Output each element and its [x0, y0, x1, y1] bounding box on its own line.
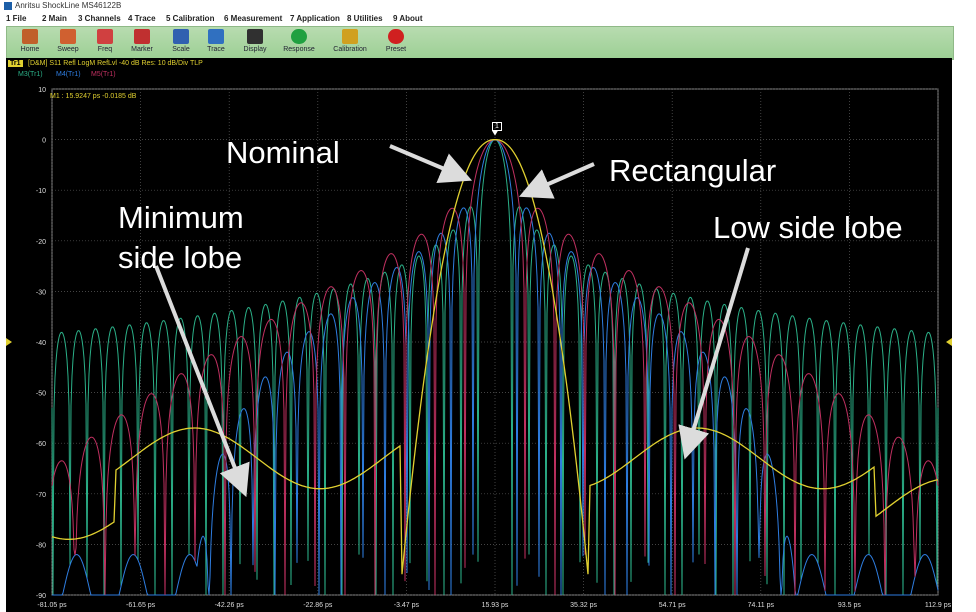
freq-button[interactable]: Freq	[84, 29, 126, 58]
y-tick-label: -20	[36, 239, 46, 246]
marker-1-icon[interactable]	[492, 130, 498, 136]
trace-m5	[51, 139, 939, 596]
x-tick-label: 112.9 ps	[925, 602, 952, 609]
x-tick-label: 93.5 ps	[838, 602, 861, 609]
memory-m5-label: M5(Tr1)	[91, 71, 116, 78]
x-tick-label: -42.26 ps	[215, 602, 245, 609]
menu-trace[interactable]: 4 Trace	[128, 14, 156, 23]
memory-m4-label: M4(Tr1)	[56, 71, 81, 78]
trace-m3	[51, 139, 939, 596]
y-tick-label: 10	[38, 87, 46, 94]
freq-icon	[97, 29, 113, 44]
y-tick-label: -10	[36, 188, 46, 195]
x-tick-label: 54.71 ps	[659, 602, 686, 609]
sweep-button[interactable]: Sweep	[47, 29, 89, 58]
y-tick-label: -30	[36, 289, 46, 296]
preset-icon	[388, 29, 404, 44]
ref-level-left-arrow-icon	[6, 338, 12, 346]
trace-m4	[52, 139, 939, 596]
y-tick-label: -50	[36, 391, 46, 398]
home-button[interactable]: Home	[9, 29, 51, 58]
x-tick-label: -81.05 ps	[37, 602, 67, 609]
home-icon	[22, 29, 38, 44]
app-icon	[4, 1, 12, 10]
menu-calibration[interactable]: 5 Calibration	[166, 14, 214, 23]
display-button[interactable]: Display	[234, 29, 276, 58]
calibration-button[interactable]: Calibration	[329, 29, 371, 58]
marker-button[interactable]: Marker	[121, 29, 163, 58]
calibration-icon	[342, 29, 358, 44]
x-tick-label: 15.93 ps	[482, 602, 509, 609]
x-tick-label: -22.86 ps	[303, 602, 333, 609]
menu-utilities[interactable]: 8 Utilities	[347, 14, 383, 23]
menu-channels[interactable]: 3 Channels	[78, 14, 121, 23]
y-tick-label: 0	[42, 138, 46, 145]
y-tick-label: -70	[36, 492, 46, 499]
y-tick-label: -80	[36, 542, 46, 549]
ref-level-right-arrow-icon	[946, 338, 952, 346]
preset-button[interactable]: Preset	[375, 29, 417, 58]
marker-icon	[134, 29, 150, 44]
window-titlebar: Anritsu ShockLine MS46122B	[0, 0, 976, 11]
x-tick-label: 35.32 ps	[570, 602, 597, 609]
trace-plot[interactable]: 10 0 -10 -20 -30 -40 -50 -60 -70 -80 -90 -81.05 ps -…	[6, 58, 952, 612]
trace-tab[interactable]: Tr1	[8, 60, 23, 67]
marker-readout: M1 : 15.9247 ps -0.0185 dB	[50, 93, 137, 100]
trace-icon	[208, 29, 224, 44]
x-tick-label: 74.11 ps	[748, 602, 775, 609]
window-title: Anritsu ShockLine MS46122B	[15, 1, 122, 10]
response-button[interactable]: Response	[278, 29, 320, 58]
display-icon	[247, 29, 263, 44]
toolbar: Home Sweep Freq Marker Scale Trace Displ…	[6, 26, 954, 60]
scale-icon	[173, 29, 189, 44]
response-icon	[291, 29, 307, 44]
trace-button[interactable]: Trace	[195, 29, 237, 58]
menu-about[interactable]: 9 About	[393, 14, 422, 23]
marker-flag[interactable]: 1	[492, 122, 502, 131]
y-tick-label: -60	[36, 441, 46, 448]
sweep-icon	[60, 29, 76, 44]
y-tick-label: -90	[36, 593, 46, 600]
y-tick-label: -40	[36, 340, 46, 347]
menu-measurement[interactable]: 6 Measurement	[224, 14, 282, 23]
x-tick-label: -3.47 ps	[394, 602, 420, 609]
menu-main[interactable]: 2 Main	[42, 14, 67, 23]
menu-bar: 1 File 2 Main 3 Channels 4 Trace 5 Calib…	[0, 11, 976, 25]
trace-header-text: [D&M] S11 Refl LogM RefLvl -40 dB Res: 1…	[28, 60, 203, 67]
x-tick-label: -61.65 ps	[126, 602, 156, 609]
menu-application[interactable]: 7 Application	[290, 14, 340, 23]
menu-file[interactable]: 1 File	[6, 14, 26, 23]
trace-display[interactable]: 10 0 -10 -20 -30 -40 -50 -60 -70 -80 -90 -81.05 ps -…	[6, 58, 952, 612]
memory-m3-label: M3(Tr1)	[18, 71, 43, 78]
